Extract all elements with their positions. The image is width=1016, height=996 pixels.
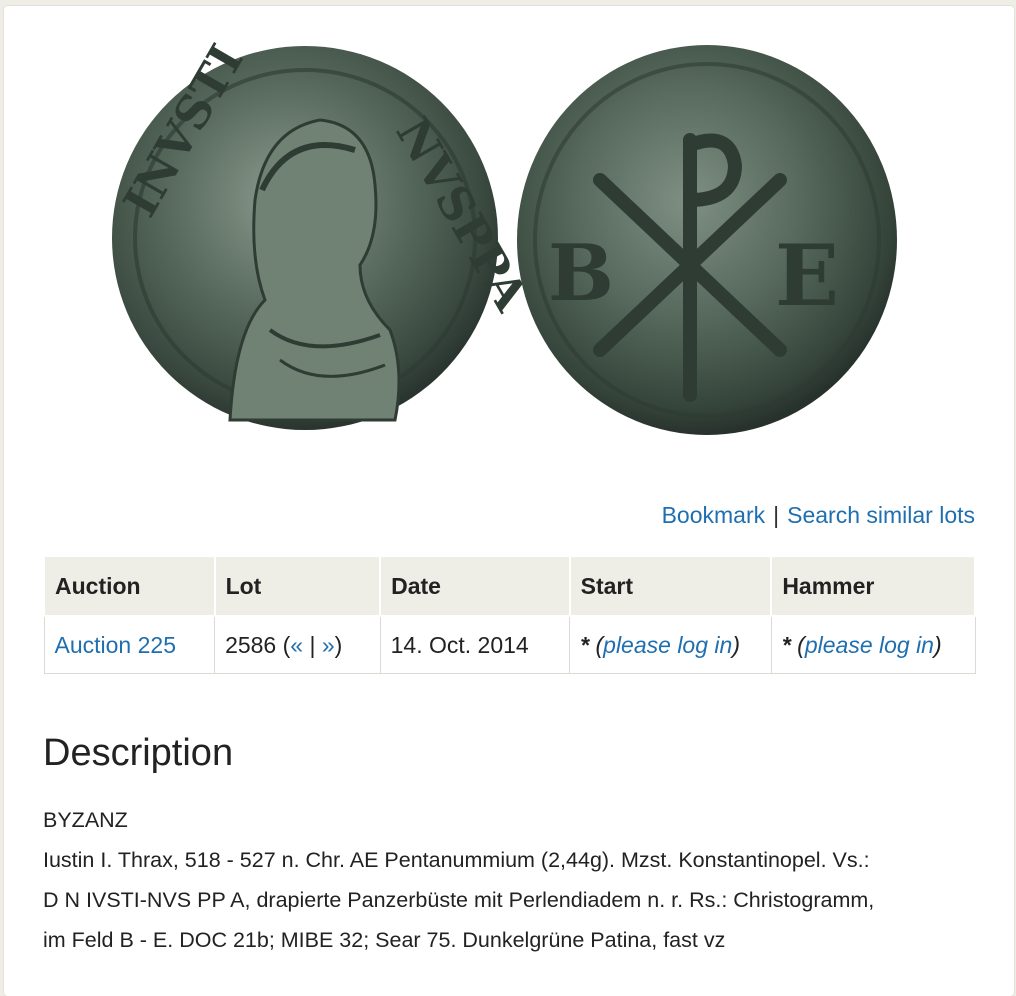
lot-nav-separator: | <box>309 631 316 658</box>
description-body: BYZANZ Iustin I. Thrax, 518 - 527 n. Chr… <box>43 800 983 960</box>
reverse-letter-b: B <box>548 228 614 319</box>
cell-hammer: * (please log in) <box>770 615 976 674</box>
hammer-login-link[interactable]: please log in <box>805 632 934 658</box>
table-row: Auction 225 2586 (« | ») 14. Oct. 2014 *… <box>43 615 976 674</box>
header-auction: Auction <box>43 555 216 617</box>
search-similar-link[interactable]: Search similar lots <box>787 502 975 528</box>
description-line: im Feld B - E. DOC 21b; MIBE 32; Sear 75… <box>43 928 726 952</box>
lot-table: Auction Lot Date Start Hammer Auction 22… <box>43 555 976 674</box>
next-lot-link[interactable]: » <box>322 632 335 658</box>
prev-lot-link[interactable]: « <box>290 632 303 658</box>
header-start: Start <box>568 555 773 617</box>
bookmark-link[interactable]: Bookmark <box>662 502 766 528</box>
cell-lot: 2586 (« | ») <box>214 615 381 674</box>
hammer-star: * <box>781 631 791 658</box>
auction-date: 14. Oct. 2014 <box>390 631 529 658</box>
cell-start: * (please log in) <box>569 615 772 674</box>
header-date: Date <box>379 555 571 617</box>
lot-number: 2586 <box>225 631 277 658</box>
header-hammer: Hammer <box>770 555 976 617</box>
description-heading: Description <box>43 732 234 774</box>
coin-reverse-image[interactable]: B E <box>517 45 897 435</box>
cell-auction: Auction 225 <box>43 615 216 674</box>
table-header-row: Auction Lot Date Start Hammer <box>43 555 976 617</box>
actions-separator: | <box>773 502 780 528</box>
coin-obverse-image[interactable]: INVSTI NVSPPA <box>112 35 539 430</box>
description-line: Iustin I. Thrax, 518 - 527 n. Chr. AE Pe… <box>43 848 870 872</box>
description-line: BYZANZ <box>43 808 128 832</box>
start-star: * <box>580 631 590 658</box>
start-login-link[interactable]: please log in <box>603 632 732 658</box>
auction-link[interactable]: Auction 225 <box>55 632 176 658</box>
coin-images: INVSTI NVSPPA B E <box>112 35 897 435</box>
description-line: D N IVSTI-NVS PP A, drapierte Panzerbüst… <box>43 888 875 912</box>
lot-actions: Bookmark | Search similar lots <box>662 502 975 529</box>
header-lot: Lot <box>213 555 382 617</box>
cell-date: 14. Oct. 2014 <box>379 615 571 674</box>
reverse-letter-e: E <box>775 226 839 325</box>
